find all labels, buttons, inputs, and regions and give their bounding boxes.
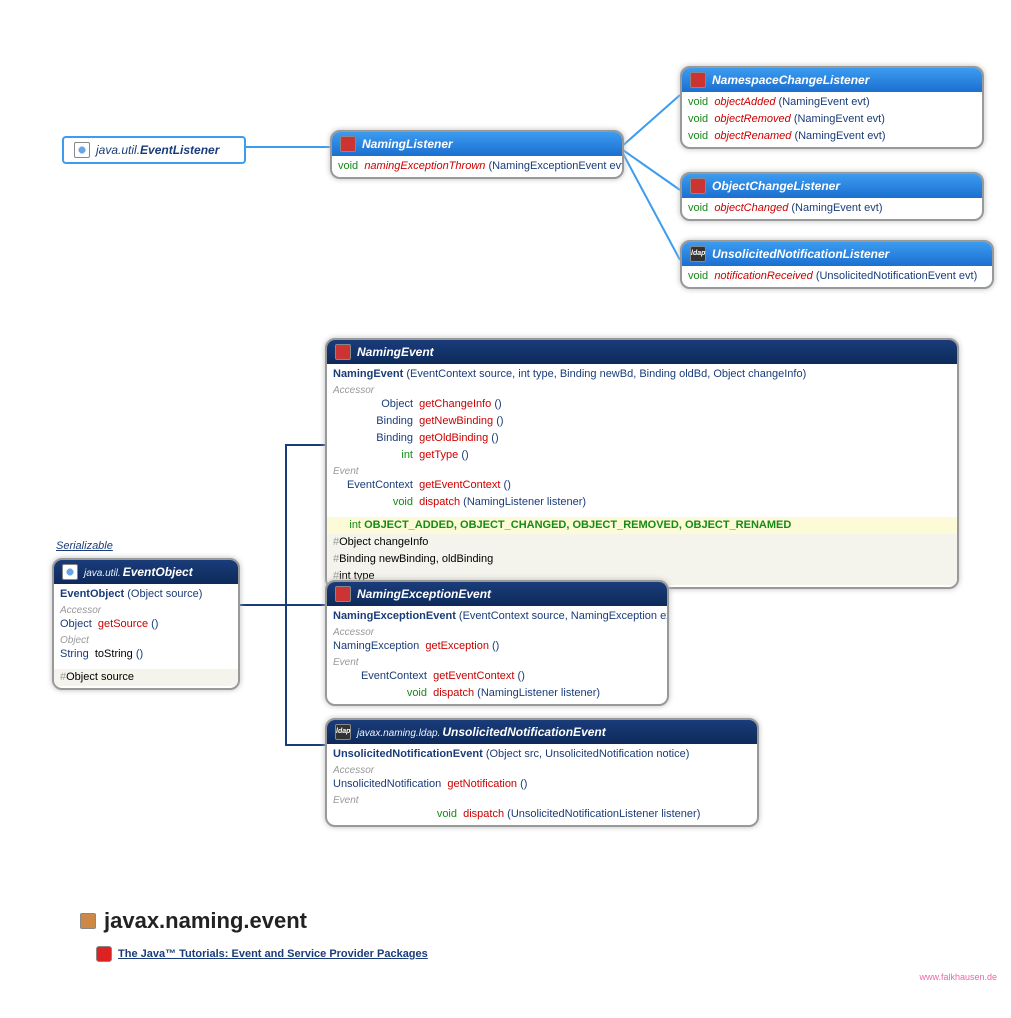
class-name: UnsolicitedNotificationEvent — [442, 725, 605, 739]
tutorial-link[interactable]: The Java™ Tutorials: Event and Service P… — [96, 946, 428, 962]
class-name: NamingEvent — [357, 345, 434, 359]
class-name: ObjectChangeListener — [712, 179, 840, 193]
interface-icon — [340, 136, 356, 152]
ldap-icon: ldap — [335, 724, 351, 740]
naming-listener-box: NamingListener void namingExceptionThrow… — [330, 130, 624, 179]
class-name: NamespaceChangeListener — [712, 73, 869, 87]
serializable-label: Serializable — [56, 540, 113, 552]
object-change-listener-box: ObjectChangeListener void objectChanged … — [680, 172, 984, 221]
class-header: ldap javax.naming.ldap.UnsolicitedNotifi… — [327, 720, 757, 744]
class-header: ObjectChangeListener — [682, 174, 982, 198]
class-name: NamingListener — [362, 137, 453, 151]
class-header: NamingExceptionEvent — [327, 582, 667, 606]
class-header: ldap UnsolicitedNotificationListener — [682, 242, 992, 266]
class-name: UnsolicitedNotificationListener — [712, 247, 889, 261]
unsolicited-notification-event-box: ldap javax.naming.ldap.UnsolicitedNotifi… — [325, 718, 759, 827]
package-title: javax.naming.event — [80, 908, 307, 934]
class-header: NamespaceChangeListener — [682, 68, 982, 92]
naming-exception-event-box: NamingExceptionEvent NamingExceptionEven… — [325, 580, 669, 706]
event-listener-box: java.util.EventListener — [62, 136, 246, 164]
interface-icon — [74, 142, 90, 158]
class-name: EventListener — [140, 143, 219, 157]
class-header: NamingListener — [332, 132, 622, 156]
class-icon — [62, 564, 78, 580]
oracle-icon — [96, 946, 112, 962]
ldap-icon: ldap — [690, 246, 706, 262]
naming-event-box: NamingEvent NamingEvent (EventContext so… — [325, 338, 959, 589]
unsolicited-notification-listener-box: ldap UnsolicitedNotificationListener voi… — [680, 240, 994, 289]
class-name: NamingExceptionEvent — [357, 587, 491, 601]
class-icon — [335, 344, 351, 360]
class-header: java.util.EventObject — [54, 560, 238, 584]
class-name: EventObject — [123, 565, 193, 579]
package-icon — [80, 913, 96, 929]
class-header: NamingEvent — [327, 340, 957, 364]
namespace-change-listener-box: NamespaceChangeListener void objectAdded… — [680, 66, 984, 149]
watermark: www.falkhausen.de — [919, 972, 997, 982]
interface-icon — [690, 178, 706, 194]
class-icon — [335, 586, 351, 602]
event-object-box: java.util.EventObject EventObject (Objec… — [52, 558, 240, 690]
pkg-label: java.util. — [96, 143, 140, 157]
interface-icon — [690, 72, 706, 88]
